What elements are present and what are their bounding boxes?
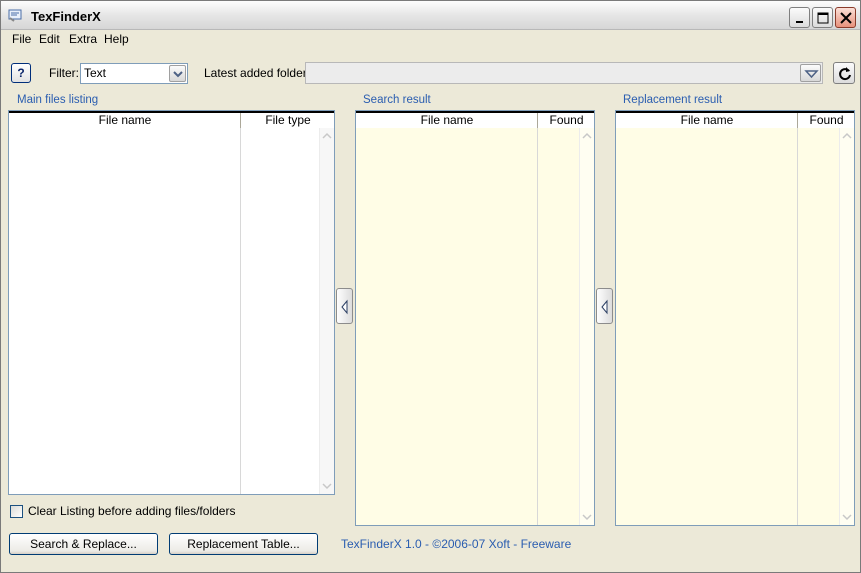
replace-list-title: Replacement result — [623, 94, 723, 106]
footer-credits: TexFinderX 1.0 - ©2006-07 Xoft - Freewar… — [341, 537, 572, 551]
latest-folder-select[interactable] — [305, 62, 823, 84]
main-files-list[interactable]: File name File type — [8, 110, 335, 495]
triangle-left-icon — [601, 299, 608, 315]
maximize-button[interactable] — [812, 7, 833, 28]
menu-help[interactable]: Help — [104, 32, 129, 46]
chevron-down-icon — [804, 70, 819, 79]
minimize-button[interactable] — [789, 7, 810, 28]
column-found[interactable]: Found — [798, 113, 854, 128]
maximize-icon — [817, 12, 829, 24]
replace-list-scrollbar[interactable] — [839, 128, 854, 525]
menu-file[interactable]: File — [12, 32, 31, 46]
scroll-down-icon[interactable] — [840, 510, 854, 524]
filter-value: Text — [84, 66, 107, 80]
move-to-main-button[interactable] — [336, 288, 353, 324]
menu-bar: File Edit Extra Help — [1, 30, 860, 49]
main-list-title: Main files listing — [17, 94, 99, 106]
app-icon — [8, 9, 22, 22]
scroll-up-icon[interactable] — [840, 129, 854, 143]
column-file-name[interactable]: File name — [616, 113, 798, 128]
scroll-down-icon[interactable] — [580, 510, 594, 524]
refresh-button[interactable] — [833, 62, 855, 84]
clear-listing-checkbox[interactable] — [10, 505, 23, 518]
menu-edit[interactable]: Edit — [39, 32, 60, 46]
folder-dropdown-button[interactable] — [800, 64, 821, 82]
search-list-scrollbar[interactable] — [579, 128, 594, 525]
clear-listing-label[interactable]: Clear Listing before adding files/folder… — [28, 504, 235, 518]
column-file-name[interactable]: File name — [9, 113, 241, 128]
scroll-up-icon[interactable] — [580, 129, 594, 143]
folder-label: Latest added folder: — [204, 66, 311, 80]
minimize-icon — [796, 21, 803, 23]
close-button[interactable] — [835, 7, 856, 28]
search-replace-button[interactable]: Search & Replace... — [9, 533, 158, 555]
column-file-name[interactable]: File name — [356, 113, 538, 128]
scroll-up-icon[interactable] — [320, 129, 334, 143]
help-button[interactable]: ? — [11, 63, 31, 83]
menu-extra[interactable]: Extra — [69, 32, 97, 46]
column-file-type[interactable]: File type — [241, 113, 334, 128]
main-list-header: File name File type — [9, 111, 334, 128]
refresh-icon — [839, 67, 851, 81]
search-list-body — [356, 128, 538, 525]
main-list-scrollbar[interactable] — [319, 128, 334, 494]
filter-dropdown-button[interactable] — [169, 65, 186, 82]
app-window: TexFinderX File Edit Extra Help ? Filter… — [0, 0, 861, 573]
move-to-search-button[interactable] — [596, 288, 613, 324]
main-list-body — [9, 128, 241, 494]
close-icon — [840, 12, 852, 24]
search-result-list[interactable]: File name Found — [355, 110, 595, 526]
scroll-down-icon[interactable] — [320, 479, 334, 493]
chevron-down-icon — [173, 71, 183, 78]
filter-label: Filter: — [49, 66, 79, 80]
replacement-table-button[interactable]: Replacement Table... — [169, 533, 318, 555]
column-found[interactable]: Found — [538, 113, 594, 128]
search-list-title: Search result — [363, 94, 431, 106]
replace-list-body — [616, 128, 798, 525]
search-list-header: File name Found — [356, 111, 594, 128]
replacement-result-list[interactable]: File name Found — [615, 110, 855, 526]
filter-select[interactable]: Text — [80, 63, 188, 84]
window-title: TexFinderX — [31, 9, 101, 24]
title-bar: TexFinderX — [1, 1, 860, 30]
replace-list-header: File name Found — [616, 111, 854, 128]
triangle-left-icon — [341, 299, 348, 315]
